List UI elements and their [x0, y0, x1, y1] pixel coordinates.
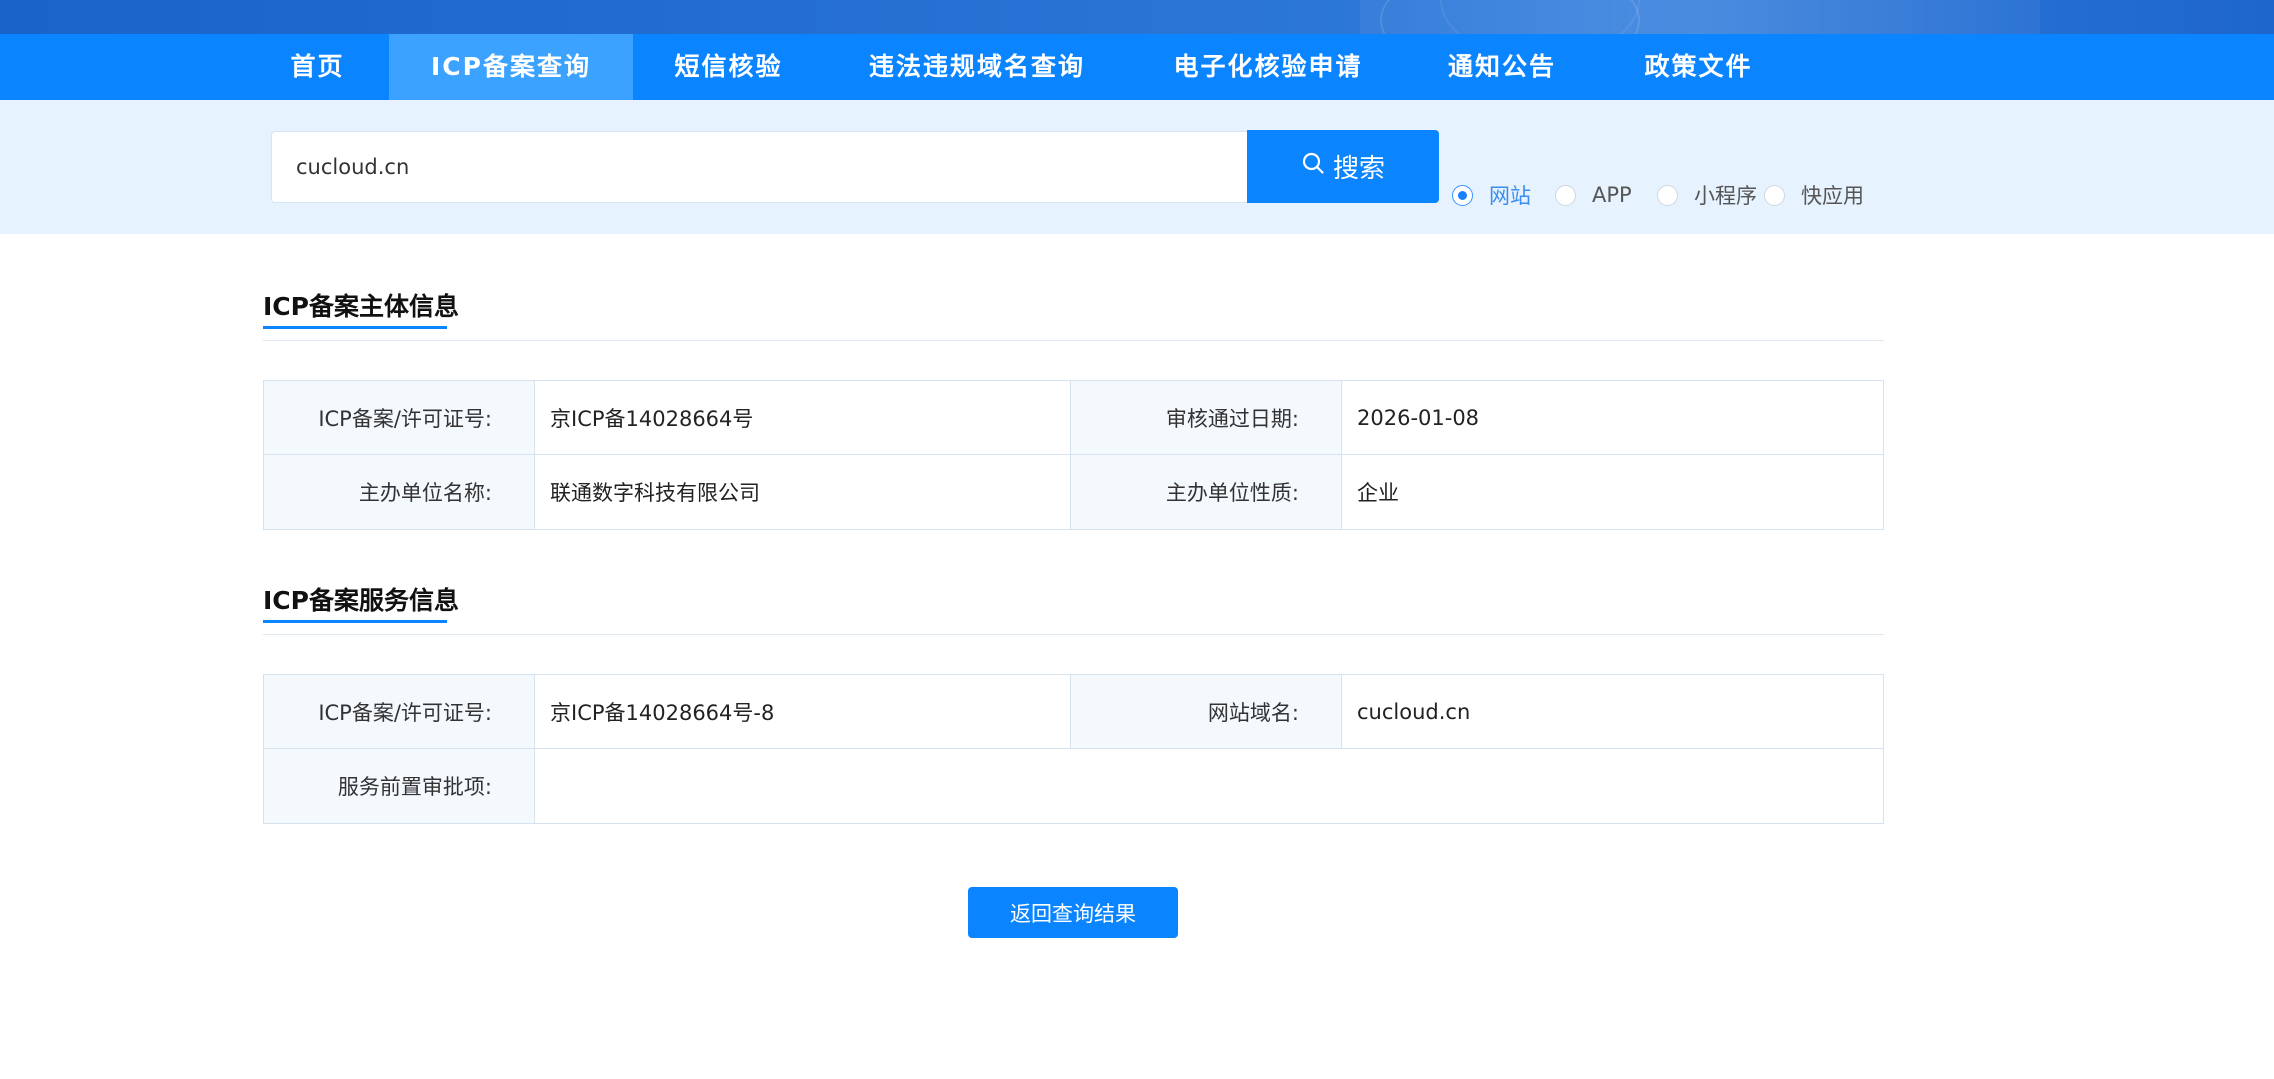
header-banner: [0, 0, 2274, 34]
radio-dot: [1452, 184, 1473, 206]
label-icp-license: ICP备案/许可证号:: [264, 675, 535, 748]
table-row: 主办单位名称: 联通数字科技有限公司 主办单位性质: 企业: [264, 455, 1883, 529]
section-underline: [263, 326, 447, 329]
radio-app[interactable]: APP: [1555, 178, 1632, 212]
section-title-service-info: ICP备案服务信息: [263, 586, 459, 615]
nav-sms-verify[interactable]: 短信核验: [658, 34, 799, 100]
value-icp-license: 京ICP备14028664号: [535, 381, 1071, 454]
nav-icp-query[interactable]: ICP备案查询: [389, 34, 633, 100]
radio-label: 网站: [1489, 184, 1531, 208]
label-approval-date: 审核通过日期:: [1071, 381, 1342, 454]
value-organizer-type: 企业: [1357, 481, 1399, 505]
back-to-results-button[interactable]: 返回查询结果: [968, 887, 1178, 938]
nav-illegal-domain-query[interactable]: 违法违规域名查询: [849, 34, 1105, 100]
section-title-subject-info: ICP备案主体信息: [263, 292, 459, 321]
value-pre-approval-items: [535, 749, 1883, 823]
search-area: 搜索 网站 APP 小程序 快应用: [0, 100, 2274, 234]
radio-dot: [1657, 184, 1678, 206]
table-row: 服务前置审批项:: [264, 749, 1883, 823]
label-pre-approval-items: 服务前置审批项:: [264, 749, 535, 823]
radio-quick-app[interactable]: 快应用: [1764, 178, 1864, 212]
page: 首页 ICP备案查询 短信核验 违法违规域名查询 电子化核验申请 通知公告 政策…: [0, 0, 2274, 1079]
radio-website[interactable]: 网站: [1452, 178, 1531, 212]
value-organizer-name: 联通数字科技有限公司: [535, 455, 1071, 529]
label-icp-license: ICP备案/许可证号:: [264, 381, 535, 454]
radio-label: 小程序: [1694, 184, 1757, 208]
search-icon: [1301, 151, 1333, 182]
table-row: ICP备案/许可证号: 京ICP备14028664号 审核通过日期: 2026-…: [264, 381, 1883, 455]
section-divider: [263, 340, 1884, 341]
search-input[interactable]: [271, 131, 1248, 203]
nav-electronic-verify-apply[interactable]: 电子化核验申请: [1155, 34, 1381, 100]
section-divider: [263, 634, 1884, 635]
radio-dot: [1764, 184, 1785, 206]
label-website-domain: 网站域名:: [1071, 675, 1342, 748]
banner-glow: [1440, 0, 1640, 34]
search-button[interactable]: 搜索: [1247, 130, 1439, 203]
search-button-label: 搜索: [1332, 154, 1385, 184]
radio-label: 快应用: [1801, 184, 1864, 208]
radio-dot: [1555, 184, 1576, 206]
nav-policy-docs[interactable]: 政策文件: [1623, 34, 1774, 100]
nav-home[interactable]: 首页: [271, 34, 364, 100]
section-underline: [263, 620, 447, 623]
value-icp-license: 京ICP备14028664号-8: [535, 675, 1071, 748]
radio-label: APP: [1592, 183, 1632, 207]
label-organizer-name: 主办单位名称:: [264, 455, 535, 529]
subject-info-table: ICP备案/许可证号: 京ICP备14028664号 审核通过日期: 2026-…: [263, 380, 1884, 530]
radio-mini-program[interactable]: 小程序: [1657, 178, 1757, 212]
value-approval-date: 2026-01-08: [1357, 405, 1480, 430]
label-organizer-type: 主办单位性质:: [1071, 455, 1342, 529]
value-website-domain: cucloud.cn: [1357, 699, 1471, 724]
nav-announcements[interactable]: 通知公告: [1431, 34, 1573, 100]
main-nav: 首页 ICP备案查询 短信核验 违法违规域名查询 电子化核验申请 通知公告 政策…: [0, 34, 2274, 100]
service-info-table: ICP备案/许可证号: 京ICP备14028664号-8 网站域名: cuclo…: [263, 674, 1884, 824]
table-row: ICP备案/许可证号: 京ICP备14028664号-8 网站域名: cuclo…: [264, 675, 1883, 749]
